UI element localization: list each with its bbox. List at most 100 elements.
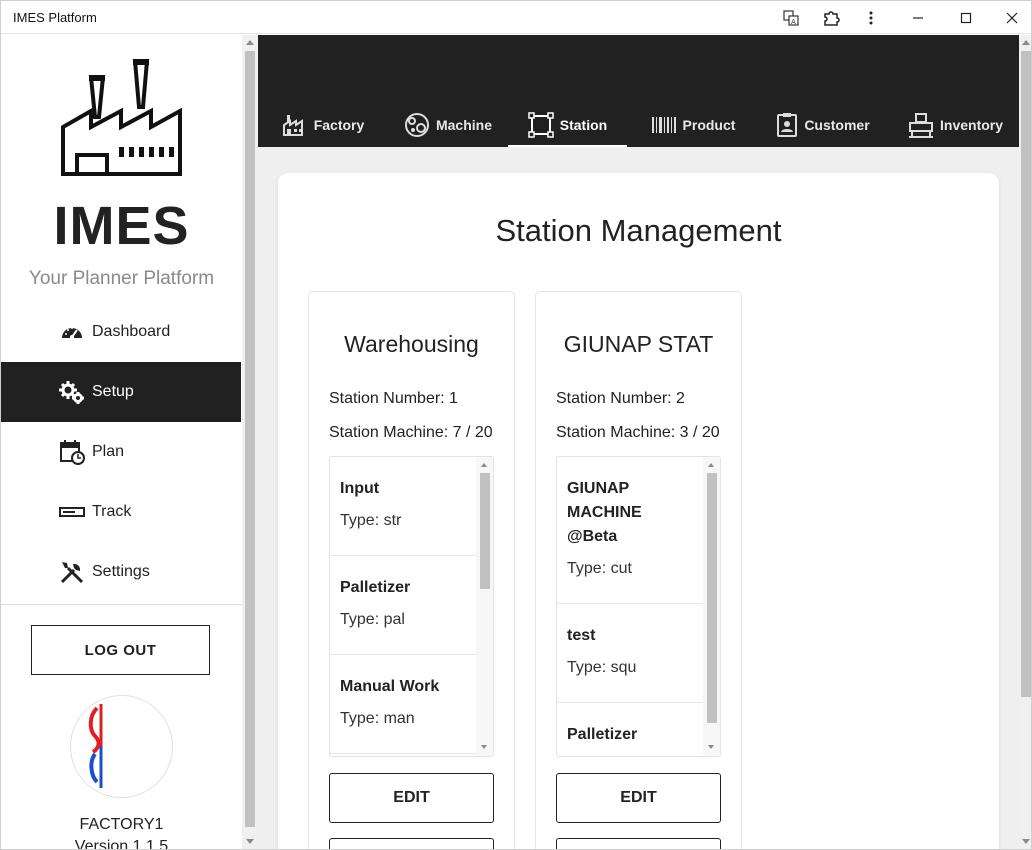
station-machine-count: Station Machine: 7 / 20: [329, 424, 493, 441]
top-nav-bar: Factory Machine Station Product Customer: [258, 35, 1031, 147]
machine-type: Type: squ: [567, 659, 637, 676]
sidebar-item-setup[interactable]: Setup: [1, 362, 241, 422]
window-title: IMES Platform: [13, 10, 97, 25]
brand-name: IMES: [53, 196, 190, 256]
edit-button[interactable]: EDIT: [329, 773, 494, 823]
station-number: Station Number: 2: [556, 390, 685, 407]
sidebar-item-label: Dashboard: [92, 323, 171, 340]
secondary-button[interactable]: [556, 838, 721, 849]
station-card: Warehousing Station Number: 1 Station Ma…: [308, 291, 515, 849]
factory-icon: [282, 113, 308, 137]
maximize-icon[interactable]: [946, 1, 986, 34]
sidebar-item-plan[interactable]: Plan: [1, 422, 241, 482]
close-icon[interactable]: [992, 1, 1031, 34]
sidebar-item-dashboard[interactable]: Dashboard: [1, 302, 241, 362]
machine-type: Type: cut: [567, 560, 632, 577]
track-bar-icon: [59, 499, 85, 525]
title-bar: IMES Platform A: [1, 1, 1031, 34]
scrollbar-thumb[interactable]: [480, 473, 490, 589]
station-name: GIUNAP STAT: [563, 331, 714, 357]
customer-badge-icon: [776, 112, 798, 138]
tab-label: Product: [682, 117, 736, 133]
sidebar: IMES Your Planner Platform Dashboard Set…: [1, 35, 242, 850]
factory-name: FACTORY1: [79, 816, 164, 833]
machine-list[interactable]: GIUNAP MACHINE @Beta Type: cut test Type…: [556, 456, 721, 757]
speedometer-icon: [59, 319, 85, 345]
machine-type: Type: pal: [340, 611, 405, 628]
gears-icon: [59, 379, 85, 405]
barcode-icon: [651, 116, 677, 134]
machine-icon: [404, 112, 430, 138]
scroll-up-icon[interactable]: [708, 463, 714, 467]
machine-name: Input: [340, 480, 380, 497]
translate-icon[interactable]: A: [771, 1, 811, 34]
tab-label: Station: [559, 117, 608, 133]
list-item[interactable]: test Type: squ: [557, 604, 703, 703]
tab-product[interactable]: Product: [643, 103, 743, 147]
logout-button[interactable]: LOG OUT: [31, 625, 210, 675]
list-scrollbar[interactable]: [476, 457, 493, 756]
list-item[interactable]: Palletizer Type: pal: [557, 703, 703, 756]
scroll-up-icon[interactable]: [481, 463, 487, 467]
station-name: Warehousing: [344, 331, 479, 357]
machine-list[interactable]: Input Type: str Palletizer Type: pal Man…: [329, 456, 494, 757]
more-menu-icon[interactable]: [851, 1, 891, 34]
tab-label: Machine: [435, 117, 492, 133]
station-machine-count: Station Machine: 3 / 20: [556, 424, 720, 441]
sidebar-item-track[interactable]: Track: [1, 482, 241, 542]
sidebar-item-settings[interactable]: Settings: [1, 542, 241, 602]
list-scrollbar[interactable]: [703, 457, 720, 756]
scrollbar-thumb[interactable]: [245, 51, 255, 827]
scroll-up-icon[interactable]: [246, 40, 254, 45]
app-window: IMES Platform A IMES Your Planner Platfo…: [0, 0, 1032, 850]
sidebar-item-label: Plan: [92, 443, 125, 460]
machine-name: test: [567, 627, 596, 644]
main-content: Station Management Warehousing Station N…: [258, 147, 1019, 849]
scroll-down-icon[interactable]: [708, 745, 714, 749]
app-version: Version 1.1.5: [74, 838, 169, 850]
page-title: Station Management: [495, 213, 782, 248]
secondary-button[interactable]: [329, 838, 494, 849]
machine-name: Palletizer: [340, 579, 411, 596]
machine-type: Type: str: [340, 512, 402, 529]
tab-label: Inventory: [940, 117, 1004, 133]
svg-text:A: A: [791, 18, 796, 26]
tab-label: Factory: [313, 117, 365, 133]
scroll-down-icon[interactable]: [481, 745, 487, 749]
minimize-icon[interactable]: [898, 1, 938, 34]
extensions-icon[interactable]: [811, 1, 851, 34]
list-item[interactable]: Palletizer Type: pal: [330, 556, 476, 655]
machine-name: Manual Work: [340, 678, 440, 695]
calendar-clock-icon: [59, 439, 85, 465]
sidebar-item-label: Track: [92, 503, 132, 520]
factory-logo-icon: [59, 57, 185, 182]
scrollbar-thumb[interactable]: [707, 473, 717, 723]
scroll-down-icon[interactable]: [246, 839, 254, 844]
scrollbar-thumb[interactable]: [1021, 51, 1031, 697]
machine-name: GIUNAP MACHINE @Beta: [567, 480, 642, 545]
station-icon: [528, 112, 554, 138]
machine-type: Type: man: [340, 710, 415, 727]
tab-label: Customer: [804, 117, 870, 133]
tools-icon: [59, 559, 85, 585]
tab-machine[interactable]: Machine: [398, 103, 498, 147]
sidebar-divider: [1, 604, 242, 605]
sidebar-scrollbar[interactable]: [242, 35, 258, 849]
sidebar-item-label: Settings: [92, 563, 150, 580]
inventory-icon: [908, 112, 934, 138]
tab-customer[interactable]: Customer: [773, 103, 873, 147]
list-item[interactable]: Input Type: str: [330, 457, 476, 556]
tab-station[interactable]: Station: [508, 103, 627, 147]
tab-inventory[interactable]: Inventory: [908, 103, 1003, 147]
sidebar-item-label: Setup: [92, 383, 134, 400]
factory-avatar: [70, 695, 173, 798]
edit-button[interactable]: EDIT: [556, 773, 721, 823]
tab-factory[interactable]: Factory: [278, 103, 368, 147]
list-item[interactable]: GIUNAP MACHINE @Beta Type: cut: [557, 457, 703, 604]
list-item[interactable]: Manual Work Type: man: [330, 655, 476, 754]
station-number: Station Number: 1: [329, 390, 458, 407]
station-panel: Station Management Warehousing Station N…: [278, 173, 999, 849]
scroll-up-icon[interactable]: [1022, 40, 1030, 45]
scroll-down-icon[interactable]: [1022, 839, 1030, 844]
main-scrollbar[interactable]: [1019, 35, 1031, 849]
